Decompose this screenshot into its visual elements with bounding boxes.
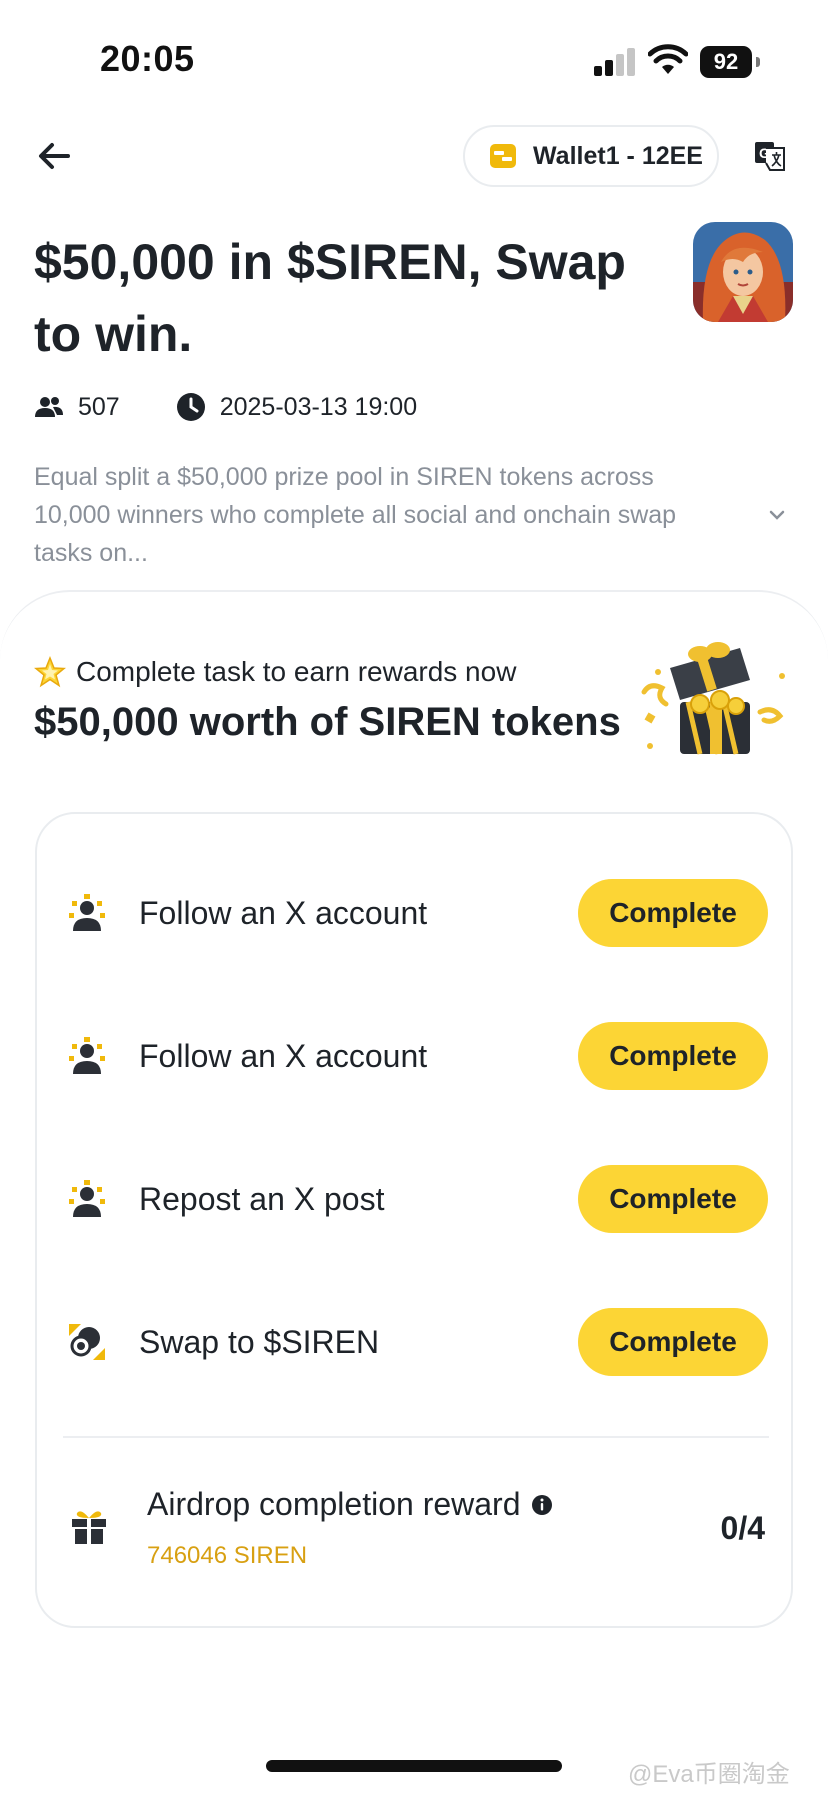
airdrop-title: Airdrop completion reward [147, 1486, 553, 1523]
wallet-icon [490, 144, 516, 168]
task-row-follow-x-2: Follow an X account Complete [37, 1021, 795, 1091]
battery-level: 92 [700, 46, 752, 78]
clock-icon [176, 393, 205, 421]
home-indicator[interactable] [266, 1760, 562, 1772]
people-icon [69, 1180, 105, 1217]
divider [63, 1436, 769, 1438]
complete-button[interactable]: Complete [578, 1308, 768, 1376]
chevron-down-icon[interactable] [766, 504, 788, 526]
cellular-signal-icon [594, 48, 636, 76]
translate-icon[interactable]: G [754, 140, 786, 172]
complete-button[interactable]: Complete [578, 1022, 768, 1090]
swap-icon [69, 1324, 105, 1360]
complete-button[interactable]: Complete [578, 879, 768, 947]
task-label: Swap to $SIREN [139, 1323, 380, 1360]
airdrop-progress: 0/4 [720, 1510, 765, 1546]
participants: 507 [34, 393, 120, 422]
wallet-selector-button[interactable]: Wallet1 - 12EE [463, 125, 719, 187]
participants-count: 507 [78, 392, 120, 421]
airdrop-amount: 746046 SIREN [147, 1542, 308, 1569]
back-arrow-icon[interactable] [34, 136, 74, 176]
gift-box-icon [641, 642, 785, 755]
people-icon [69, 1037, 105, 1074]
people-icon [35, 397, 63, 417]
campaign-meta: 507 2025-03-13 19:00 [34, 392, 417, 422]
wifi-icon [648, 44, 688, 74]
task-label: Repost an X post [139, 1180, 385, 1217]
tasks-card: Follow an X account Complete Follow an X… [35, 812, 793, 1628]
end-time: 2025-03-13 19:00 [176, 392, 417, 422]
reward-subtitle: Complete task to earn rewards now [34, 656, 516, 688]
task-label: Follow an X account [139, 1037, 428, 1074]
battery-icon: 92 [700, 46, 760, 78]
gift-icon [72, 1511, 106, 1544]
task-row-repost-x: Repost an X post Complete [37, 1164, 795, 1234]
reward-headline: $50,000 worth of SIREN tokens [34, 700, 621, 744]
reward-subtitle-text: Complete task to earn rewards now [76, 656, 517, 687]
wallet-label: Wallet1 - 12EE [533, 141, 703, 170]
complete-button[interactable]: Complete [578, 1165, 768, 1233]
people-icon [69, 894, 105, 931]
campaign-description: Equal split a $50,000 prize pool in SIRE… [34, 463, 677, 567]
page-title: $50,000 in $SIREN, Swap to win. [34, 234, 626, 362]
task-row-follow-x-1: Follow an X account Complete [37, 878, 795, 948]
status-time: 20:05 [100, 38, 195, 79]
task-row-swap: Swap to $SIREN Complete [37, 1307, 795, 1377]
watermark: @Eva币圈淘金 [628, 1761, 790, 1788]
star-icon [34, 656, 66, 688]
end-time-value: 2025-03-13 19:00 [219, 392, 418, 421]
info-icon[interactable] [531, 1494, 553, 1516]
campaign-avatar [693, 222, 793, 322]
task-label: Follow an X account [139, 894, 428, 931]
airdrop-title-text: Airdrop completion reward [147, 1486, 521, 1522]
